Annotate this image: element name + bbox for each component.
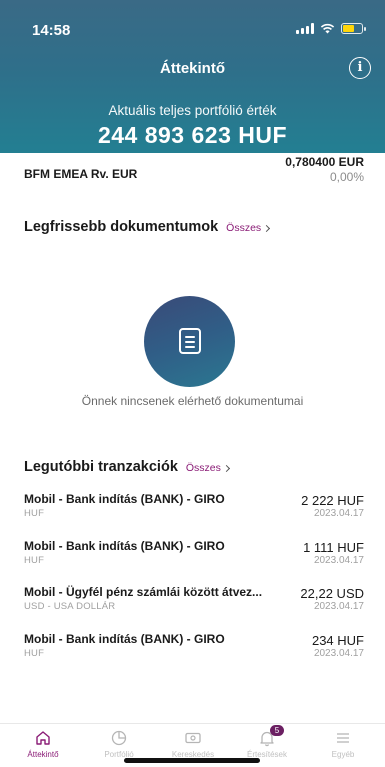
status-bar: 14:58 (0, 0, 385, 44)
transaction-date: 2023.04.17 (313, 648, 364, 659)
transactions-section-header: Legutóbbi tranzakciók Összes (24, 459, 230, 475)
transaction-row[interactable]: Mobil - Bank indítás (BANK) - GIRO HUF 2… (24, 492, 364, 522)
documents-all-link[interactable]: Összes (226, 222, 271, 234)
banknote-icon (185, 732, 201, 744)
portfolio-value: 244 893 623 HUF (97, 122, 288, 148)
transaction-amount: 234 HUF (311, 633, 364, 648)
transaction-title: Mobil - Bank indítás (BANK) - GIRO (24, 632, 225, 646)
home-icon (36, 731, 50, 745)
transaction-date: 2023.04.17 (313, 601, 364, 612)
menu-icon (337, 733, 349, 743)
transaction-title: Mobil - Bank indítás (BANK) - GIRO (24, 492, 225, 506)
transaction-title: Mobil - Ügyfél pénz számlái között átvez… (24, 585, 263, 599)
chevron-right-icon (222, 464, 230, 473)
transaction-amount: 2 222 HUF (301, 493, 364, 508)
info-icon: i (357, 60, 363, 75)
documents-section-header: Legfrissebb dokumentumok Összes (24, 219, 271, 235)
notification-badge: 5 (270, 725, 284, 736)
chevron-right-icon (263, 224, 271, 233)
fund-change: 0,00% (329, 170, 364, 184)
tab-notifications[interactable]: 5 Értesítések (232, 725, 302, 759)
tab-trading[interactable]: Kereskedés (158, 729, 228, 759)
transaction-row[interactable]: Mobil - Ügyfél pénz számlái között átvez… (24, 585, 364, 615)
documents-all-label: Összes (226, 222, 262, 234)
fund-row[interactable]: BFM EMEA Rv. EUR 0,780400 EUR 0,00% (24, 153, 364, 187)
wifi-icon (320, 23, 335, 34)
battery-icon (341, 23, 366, 34)
transactions-title: Legutóbbi tranzakciók (24, 459, 178, 475)
pie-chart-icon (111, 730, 127, 746)
transaction-date: 2023.04.17 (313, 555, 364, 566)
transaction-currency: USD - USA DOLLÁR (24, 601, 116, 612)
status-time: 14:58 (32, 22, 71, 39)
document-icon (179, 328, 201, 354)
header: 14:58 Áttekintő i Aktuális teljes portfó… (0, 0, 385, 153)
home-indicator (124, 758, 260, 763)
tab-label: Áttekintő (27, 750, 59, 759)
transaction-date: 2023.04.17 (313, 508, 364, 519)
transactions-all-link[interactable]: Összes (185, 462, 230, 474)
transaction-currency: HUF (24, 508, 45, 519)
tab-label: Egyéb (331, 750, 355, 759)
documents-empty-text: Önnek nincsenek elérhető dokumentumai (81, 394, 304, 408)
transaction-row[interactable]: Mobil - Bank indítás (BANK) - GIRO HUF 2… (24, 632, 364, 662)
transaction-currency: HUF (24, 648, 45, 659)
status-icons (296, 23, 366, 34)
tab-portfolio[interactable]: Portfólió (84, 729, 154, 759)
tab-more[interactable]: Egyéb (308, 729, 378, 759)
page-title: Áttekintő (160, 60, 225, 77)
info-button[interactable]: i (349, 57, 371, 79)
fund-name: BFM EMEA Rv. EUR (24, 167, 138, 181)
transaction-amount: 22,22 USD (300, 586, 364, 601)
transaction-title: Mobil - Bank indítás (BANK) - GIRO (24, 539, 225, 553)
documents-title: Legfrissebb dokumentumok (24, 219, 219, 235)
transaction-row[interactable]: Mobil - Bank indítás (BANK) - GIRO HUF 1… (24, 539, 364, 569)
signal-icon (296, 23, 314, 34)
transactions-all-label: Összes (185, 462, 221, 474)
transaction-amount: 1 111 HUF (303, 540, 364, 555)
document-illustration (144, 296, 235, 387)
transaction-currency: HUF (24, 555, 45, 566)
tab-overview[interactable]: Áttekintő (8, 729, 78, 759)
portfolio-label: Aktuális teljes portfólió érték (108, 103, 277, 118)
fund-price: 0,780400 EUR (285, 155, 364, 169)
